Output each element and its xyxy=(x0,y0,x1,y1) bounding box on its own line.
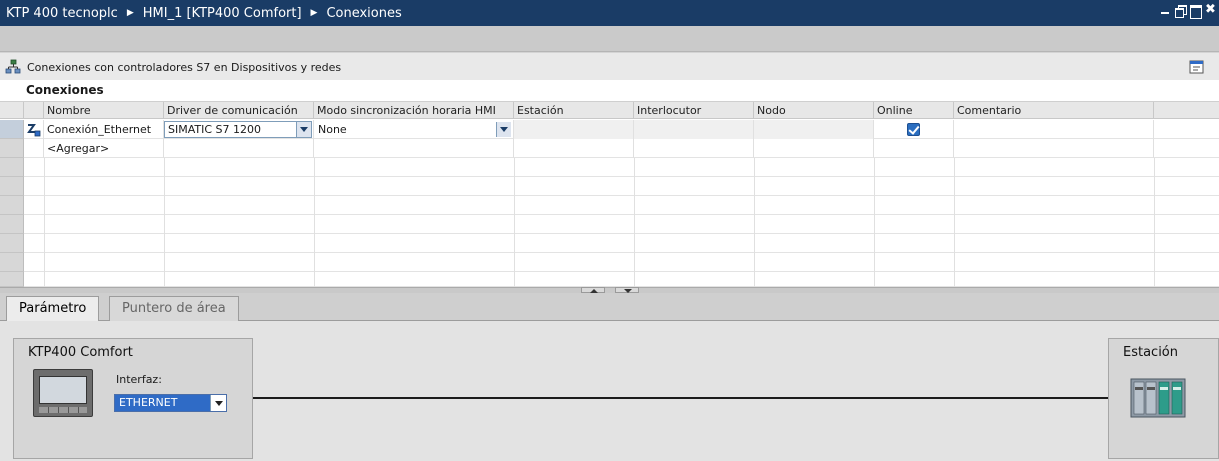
driver-dropdown[interactable]: SIMATIC S7 1200 xyxy=(164,121,312,138)
node-cell xyxy=(754,120,874,139)
station-device-box[interactable]: Estación xyxy=(1108,338,1219,459)
window-controls: ✖ xyxy=(1160,3,1216,19)
interface-label: Interfaz: xyxy=(116,373,162,386)
add-connection-cell[interactable]: <Agregar> xyxy=(44,139,164,158)
column-header-partner[interactable]: Interlocutor xyxy=(634,102,754,119)
table-row xyxy=(0,196,1219,215)
breadcrumb-editor[interactable]: Conexiones xyxy=(326,6,401,21)
connection-icon-cell xyxy=(24,120,44,139)
column-divider xyxy=(634,158,635,287)
header-corner xyxy=(0,102,24,119)
tab-strip: Parámetro Puntero de área xyxy=(0,293,1219,322)
empty-cell xyxy=(634,139,754,158)
empty-cell xyxy=(164,139,314,158)
sync-mode-cell[interactable]: None xyxy=(314,120,514,139)
column-header-name[interactable]: Nombre xyxy=(44,102,164,119)
parameter-panel: KTP400 Comfort Interfaz: ETHERNET Estaci… xyxy=(0,321,1219,461)
partner-cell xyxy=(634,120,754,139)
plc-station-icon xyxy=(1130,378,1186,418)
empty-cell xyxy=(954,139,1154,158)
minimize-icon[interactable] xyxy=(1160,5,1170,15)
connection-name-cell[interactable]: Conexión_Ethernet xyxy=(44,120,164,139)
info-bar: Conexiones con controladores S7 en Dispo… xyxy=(0,53,1219,80)
column-divider xyxy=(514,158,515,287)
column-divider xyxy=(954,158,955,287)
sync-mode-value: None xyxy=(318,123,347,136)
chevron-down-icon[interactable] xyxy=(296,122,311,137)
hmi-device-box[interactable]: KTP400 Comfort Interfaz: ETHERNET xyxy=(13,338,253,459)
empty-cell xyxy=(514,139,634,158)
network-connection-icon[interactable] xyxy=(5,59,21,75)
breadcrumb-separator-icon: ▶ xyxy=(310,8,318,18)
online-checkbox[interactable] xyxy=(907,123,920,136)
column-header-station[interactable]: Estación xyxy=(514,102,634,119)
hmi-keys xyxy=(39,407,87,413)
chevron-down-icon[interactable] xyxy=(210,395,226,411)
column-divider xyxy=(314,158,315,287)
close-icon[interactable]: ✖ xyxy=(1205,3,1216,16)
empty-cell xyxy=(754,139,874,158)
row-header xyxy=(0,177,24,196)
table-row xyxy=(0,234,1219,253)
table-row[interactable]: Conexión_Ethernet SIMATIC S7 1200 None xyxy=(0,120,1219,139)
row-header xyxy=(0,234,24,253)
column-header-sync-mode[interactable]: Modo sincronización horaria HMI xyxy=(314,102,514,119)
tab-area-pointer[interactable]: Puntero de área xyxy=(109,296,239,321)
row-header[interactable] xyxy=(0,120,24,139)
chevron-down-icon[interactable] xyxy=(496,122,511,137)
column-header-comment[interactable]: Comentario xyxy=(954,102,1154,119)
empty-cell xyxy=(874,139,954,158)
comment-cell[interactable] xyxy=(954,120,1154,139)
row-header xyxy=(0,253,24,272)
driver-value: SIMATIC S7 1200 xyxy=(168,123,262,136)
connection-icon xyxy=(27,124,41,137)
header-icon-column xyxy=(24,102,44,119)
row-header xyxy=(0,272,24,287)
column-header-online[interactable]: Online xyxy=(874,102,954,119)
connections-table: Conexiones Nombre Driver de comunicación… xyxy=(0,80,1219,287)
interface-value: ETHERNET xyxy=(119,396,178,409)
column-divider xyxy=(44,158,45,287)
sync-mode-dropdown[interactable]: None xyxy=(314,121,512,138)
tab-parameter[interactable]: Parámetro xyxy=(6,296,100,322)
table-header: Nombre Driver de comunicación Modo sincr… xyxy=(0,101,1219,119)
column-divider xyxy=(874,158,875,287)
restore-icon[interactable] xyxy=(1175,5,1187,18)
hmi-panel-icon xyxy=(33,369,93,417)
breadcrumb-device[interactable]: HMI_1 [KTP400 Comfort] xyxy=(143,6,302,21)
column-divider xyxy=(1154,158,1155,287)
network-line xyxy=(253,397,1109,399)
table-row xyxy=(0,253,1219,272)
row-header[interactable] xyxy=(0,139,24,158)
hmi-device-title: KTP400 Comfort xyxy=(28,345,133,360)
station-title: Estación xyxy=(1123,345,1179,360)
interface-dropdown[interactable]: ETHERNET xyxy=(114,394,227,412)
breadcrumb-separator-icon: ▶ xyxy=(126,8,134,18)
hmi-screen xyxy=(39,376,87,404)
empty-cell xyxy=(24,139,44,158)
driver-cell[interactable]: SIMATIC S7 1200 xyxy=(164,120,314,139)
breadcrumb-project[interactable]: KTP 400 tecnoplc xyxy=(6,6,118,21)
row-header xyxy=(0,215,24,234)
column-header-driver[interactable]: Driver de comunicación xyxy=(164,102,314,119)
title-bar: KTP 400 tecnoplc ▶ HMI_1 [KTP400 Comfort… xyxy=(0,0,1219,26)
info-text: Conexiones con controladores S7 en Dispo… xyxy=(27,61,342,74)
row-header xyxy=(0,158,24,177)
column-header-node[interactable]: Nodo xyxy=(754,102,874,119)
column-divider xyxy=(754,158,755,287)
online-cell[interactable] xyxy=(874,120,954,139)
row-header xyxy=(0,196,24,215)
empty-cell xyxy=(314,139,514,158)
editor-toolbar xyxy=(0,26,1219,52)
table-row xyxy=(0,177,1219,196)
table-row xyxy=(0,272,1219,287)
table-row xyxy=(0,215,1219,234)
table-row xyxy=(0,158,1219,177)
properties-panel-icon[interactable] xyxy=(1189,59,1205,75)
maximize-icon[interactable] xyxy=(1190,5,1202,19)
table-title: Conexiones xyxy=(26,83,104,97)
table-row-add[interactable]: <Agregar> xyxy=(0,139,1219,158)
station-cell xyxy=(514,120,634,139)
column-divider xyxy=(164,158,165,287)
